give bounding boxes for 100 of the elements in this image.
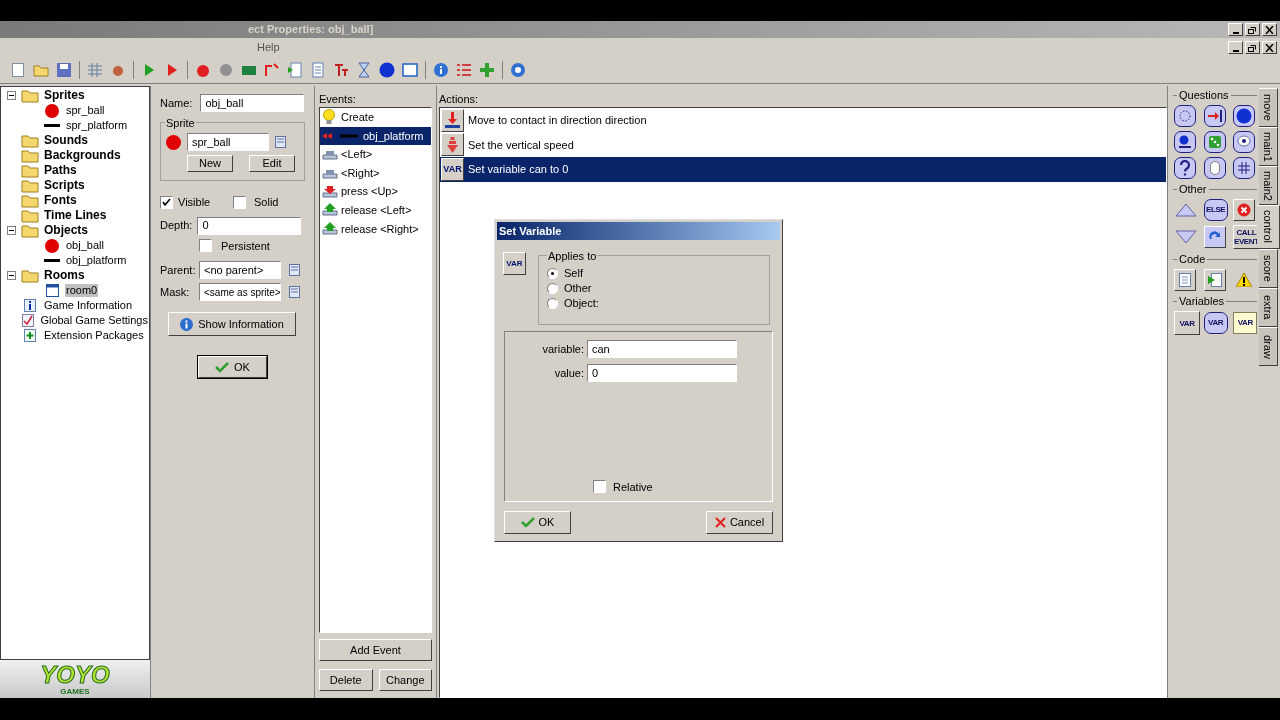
collapse-icon[interactable] xyxy=(7,271,16,280)
text-field[interactable]: 0 xyxy=(587,364,737,382)
side-tab[interactable]: main2 xyxy=(1259,166,1278,205)
side-tab[interactable]: score xyxy=(1259,249,1278,288)
event-item[interactable]: obj_platform xyxy=(320,126,431,146)
sprite-field[interactable]: spr_ball xyxy=(187,133,269,151)
event-item[interactable]: Create xyxy=(320,108,431,127)
palette-button[interactable] xyxy=(1233,157,1256,179)
browse-icon[interactable] xyxy=(275,135,288,149)
change-button[interactable]: Change xyxy=(378,669,432,691)
tree-item[interactable]: Game Information xyxy=(43,299,134,312)
tree-item[interactable]: Scripts xyxy=(43,179,86,192)
restore-button[interactable] xyxy=(1245,23,1260,36)
palette-button[interactable]: VAR xyxy=(1233,312,1258,334)
ball-icon[interactable] xyxy=(195,62,211,78)
action-item[interactable]: VAR Set variable can to 0 xyxy=(440,157,1166,182)
tree-item[interactable]: Extension Packages xyxy=(43,329,145,342)
name-field[interactable]: obj_ball xyxy=(200,94,305,112)
event-item[interactable]: <Right> xyxy=(320,163,431,183)
depth-field[interactable]: 0 xyxy=(197,216,302,235)
tree-item[interactable]: obj_platform xyxy=(65,254,128,267)
cancel-button[interactable]: Cancel xyxy=(706,511,773,534)
page-play-icon xyxy=(1207,273,1222,287)
minimize-button[interactable] xyxy=(1228,41,1243,54)
parent-field[interactable]: <no parent> xyxy=(199,261,281,279)
minimize-button[interactable] xyxy=(1228,23,1243,36)
side-tab[interactable]: control xyxy=(1257,205,1280,249)
browse-icon[interactable] xyxy=(289,263,302,277)
tree-item[interactable]: Rooms xyxy=(43,269,86,282)
palette-button[interactable] xyxy=(1174,131,1196,153)
show-information-button[interactable]: Show Information xyxy=(168,312,296,336)
side-tab[interactable]: draw xyxy=(1259,327,1278,366)
tree-item[interactable]: Fonts xyxy=(43,194,78,207)
checkbox[interactable] xyxy=(160,195,173,209)
palette-button[interactable] xyxy=(1203,105,1226,127)
palette-button[interactable] xyxy=(1203,131,1226,153)
ok-button[interactable]: OK xyxy=(198,356,267,378)
checkbox[interactable] xyxy=(233,195,246,209)
palette-button[interactable] xyxy=(1174,105,1196,127)
event-item[interactable]: release <Left> xyxy=(320,200,431,220)
tree-item[interactable]: Sprites xyxy=(43,89,86,102)
window-title: ect Properties: obj_ball] xyxy=(248,22,374,38)
radio-button[interactable] xyxy=(547,298,558,309)
side-tab[interactable]: extra xyxy=(1259,288,1278,327)
side-tab[interactable]: main1 xyxy=(1259,127,1278,166)
checkbox[interactable] xyxy=(593,480,606,494)
palette-button[interactable] xyxy=(1174,157,1196,179)
collapse-icon[interactable] xyxy=(7,91,16,100)
tree-item[interactable]: Objects xyxy=(43,224,89,237)
tree-item[interactable]: Sounds xyxy=(43,134,89,147)
script-icon[interactable] xyxy=(287,62,303,78)
tree-item[interactable]: spr_platform xyxy=(65,119,129,132)
list-icon[interactable] xyxy=(456,62,472,78)
hourglass-icon[interactable] xyxy=(356,62,372,78)
variable-icon: VAR xyxy=(441,157,464,181)
palette-button[interactable]: VAR xyxy=(1174,311,1200,335)
action-item[interactable]: Set the vertical speed xyxy=(440,132,1166,157)
new-button[interactable]: New xyxy=(187,155,233,172)
action-item[interactable]: Move to contact in direction direction xyxy=(440,108,1166,133)
side-tab[interactable]: move xyxy=(1259,88,1278,127)
tree-item[interactable]: Paths xyxy=(43,164,78,177)
ok-button[interactable]: OK xyxy=(504,511,571,534)
tree-item[interactable]: Time Lines xyxy=(43,209,108,222)
palette-button[interactable] xyxy=(1233,105,1256,127)
tree-item[interactable]: spr_ball xyxy=(65,104,106,117)
edit-button[interactable]: Edit xyxy=(249,155,295,172)
palette-button[interactable]: VAR xyxy=(1203,312,1228,334)
restore-button[interactable] xyxy=(1245,41,1260,54)
close-button[interactable] xyxy=(1262,41,1277,54)
tree-item[interactable]: Backgrounds xyxy=(43,149,122,162)
page-icon[interactable] xyxy=(10,62,26,78)
add-event-button[interactable]: Add Event xyxy=(319,639,432,661)
close-button[interactable] xyxy=(1262,23,1277,36)
tree-item[interactable]: Global Game Settings xyxy=(39,314,149,327)
menu-item[interactable]: Help xyxy=(253,39,284,56)
checkbox[interactable] xyxy=(199,239,212,253)
event-item[interactable]: release <Right> xyxy=(320,219,431,239)
palette-button[interactable]: CALL EVENT xyxy=(1233,225,1260,249)
warning-icon xyxy=(1236,273,1253,287)
ball-icon[interactable] xyxy=(379,62,395,78)
tree-item[interactable]: obj_ball xyxy=(65,239,105,252)
minimize-icon xyxy=(1232,49,1239,52)
palette-button[interactable] xyxy=(1203,157,1226,179)
radio-button[interactable] xyxy=(547,283,558,294)
mask-field[interactable]: <same as sprite> xyxy=(199,283,281,301)
info-icon[interactable] xyxy=(433,62,449,78)
delete-button[interactable]: Delete xyxy=(319,669,373,691)
tree-item[interactable]: room0 xyxy=(65,284,99,297)
window-icon[interactable] xyxy=(402,62,418,78)
text-field[interactable]: can xyxy=(587,340,737,358)
close-icon xyxy=(1237,203,1252,217)
radio-button[interactable] xyxy=(547,268,558,279)
event-item[interactable]: press <Up> xyxy=(320,182,431,201)
browse-icon[interactable] xyxy=(289,285,302,299)
ball-icon xyxy=(1236,108,1253,124)
event-item[interactable]: <Left> xyxy=(320,145,431,164)
font-icon[interactable] xyxy=(333,62,349,78)
collapse-icon[interactable] xyxy=(7,226,16,235)
palette-button[interactable] xyxy=(1233,131,1256,153)
palette-button[interactable]: ELSE xyxy=(1203,199,1228,221)
